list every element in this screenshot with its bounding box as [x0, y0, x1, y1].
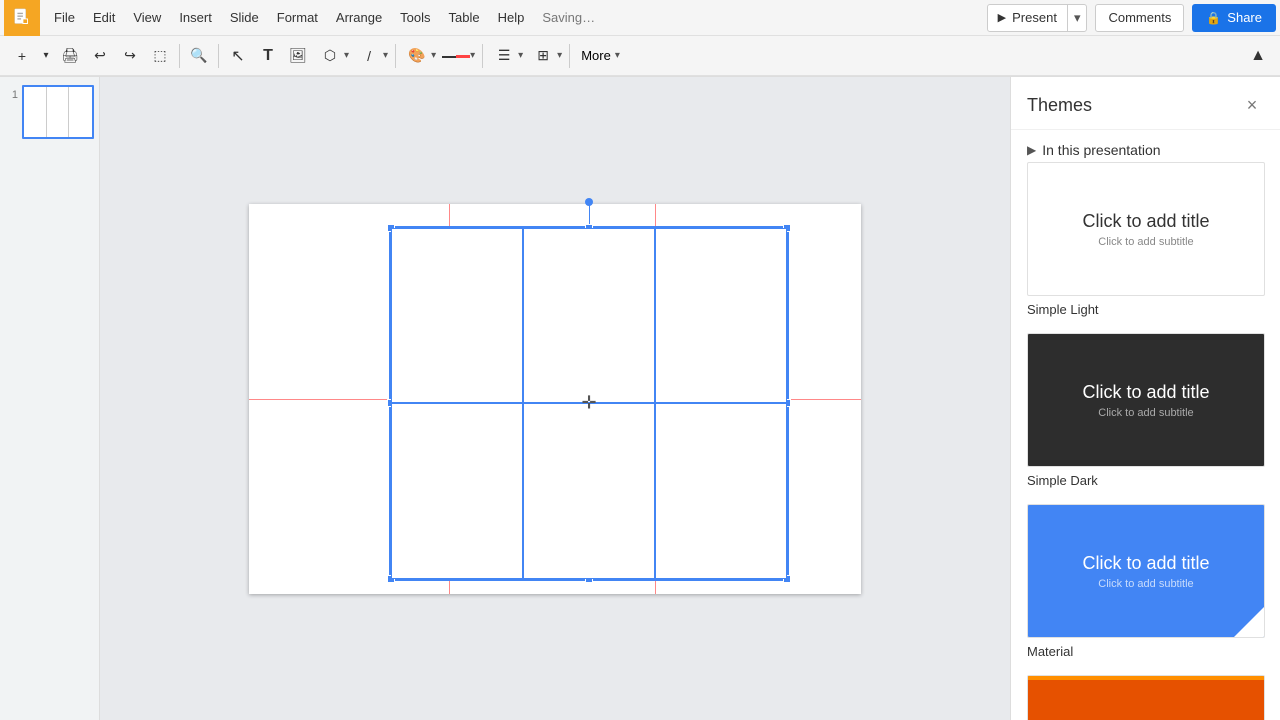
slide-number-1: 1 [4, 85, 18, 101]
menu-help[interactable]: Help [490, 6, 533, 29]
themes-title: Themes [1027, 95, 1092, 116]
menu-tools[interactable]: Tools [392, 6, 438, 29]
slide-thumb-container: 1 [4, 85, 95, 139]
slide-col-1 [24, 87, 47, 137]
toolbar-spacing-arrow: ▾ [557, 50, 562, 61]
toolbar-spacing-btn: ⊞ [529, 42, 557, 70]
toolbar-collapse[interactable]: ▲ [1244, 42, 1272, 70]
toolbar-fill-icon: 🎨 [403, 42, 431, 70]
toolbar-divider-1 [179, 44, 180, 68]
menu-arrange[interactable]: Arrange [328, 6, 390, 29]
themes-close-button[interactable]: × [1240, 93, 1264, 117]
theme-simple-light-title: Click to add title [1082, 211, 1209, 232]
theme-material-sub: Click to add subtitle [1098, 578, 1193, 590]
toolbar-new-dropdown[interactable]: ▾ [38, 42, 54, 70]
toolbar-undo[interactable]: ↩ [86, 42, 114, 70]
toolbar-divider-4 [482, 44, 483, 68]
theme-material-title: Click to add title [1082, 553, 1209, 574]
theme-item-simple-light: Click to add title Click to add subtitle… [1027, 162, 1264, 317]
theme-thumbnail-simple-light[interactable]: Click to add title Click to add subtitle [1027, 162, 1265, 296]
toolbar-align-arrow: ▾ [518, 50, 523, 61]
share-button[interactable]: 🔒 Share [1192, 4, 1276, 32]
toolbar-cursor[interactable]: ↖ [224, 42, 252, 70]
theme-item-material: Click to add title Click to add subtitle… [1027, 504, 1264, 659]
slide-canvas[interactable]: ✛ [249, 204, 861, 594]
toolbar-zoom[interactable]: 🔍 [185, 42, 213, 70]
saving-indicator: Saving… [542, 10, 595, 25]
comments-button[interactable]: Comments [1095, 4, 1184, 32]
toolbar-more[interactable]: More ▾ [575, 42, 622, 70]
menu-edit[interactable]: Edit [85, 6, 123, 29]
toolbar-spacing[interactable]: ⊞ ▾ [527, 42, 564, 70]
in-presentation-section[interactable]: ▶ In this presentation [1027, 138, 1264, 162]
theme-thumbnail-material[interactable]: Click to add title Click to add subtitle [1027, 504, 1265, 638]
toolbar-shapes-arrow: ▾ [344, 50, 349, 61]
rotation-handle[interactable] [585, 198, 593, 206]
move-cursor-icon: ✛ [581, 393, 596, 414]
slide-thumbnail-1[interactable] [22, 85, 94, 139]
canvas-area[interactable]: ✛ [100, 77, 1010, 720]
theme-name-material: Material [1027, 644, 1264, 659]
toolbar-divider-3 [395, 44, 396, 68]
theme-thumbnail-orange[interactable]: Click to add title Click to add subtitle [1027, 675, 1265, 720]
theme-thumbnail-simple-dark[interactable]: Click to add title Click to add subtitle [1027, 333, 1265, 467]
toolbar-fill-color[interactable]: 🎨 ▾ [401, 42, 438, 70]
toolbar-print[interactable]: 🖨 [56, 42, 84, 70]
toolbar-divider-5 [569, 44, 570, 68]
present-button[interactable]: ▶ Present ▾ [987, 4, 1088, 32]
toolbar-align[interactable]: ☰ ▾ [488, 42, 525, 70]
table-cell-3[interactable] [655, 228, 787, 404]
app-logo [4, 0, 40, 36]
toolbar-redo[interactable]: ↪ [116, 42, 144, 70]
present-dropdown-arrow[interactable]: ▾ [1067, 5, 1087, 31]
toolbar-format-paint[interactable]: ⬚ [146, 42, 174, 70]
in-presentation-label: In this presentation [1042, 142, 1160, 158]
theme-item-simple-dark: Click to add title Click to add subtitle… [1027, 333, 1264, 488]
table-cell-6[interactable] [655, 403, 787, 579]
menu-table[interactable]: Table [441, 6, 488, 29]
toolbar-more-arrow: ▾ [615, 50, 620, 61]
menu-insert[interactable]: Insert [171, 6, 220, 29]
menu-view[interactable]: View [125, 6, 169, 29]
theme-simple-dark-title: Click to add title [1082, 382, 1209, 403]
toolbar-shapes-btn: ⬡ [316, 42, 344, 70]
toolbar-lines[interactable]: / ▾ [353, 42, 390, 70]
themes-content: ▶ In this presentation Click to add titl… [1011, 130, 1280, 720]
toolbar-text[interactable]: T [254, 42, 282, 70]
theme-name-simple-dark: Simple Dark [1027, 473, 1264, 488]
slide-col-2 [47, 87, 70, 137]
toolbar-fill-arrow: ▾ [431, 50, 436, 61]
toolbar-line-icon [442, 42, 470, 70]
toolbar-shapes[interactable]: ⬡ ▾ [314, 42, 351, 70]
themes-panel: Themes × ▶ In this presentation Click to… [1010, 77, 1280, 720]
toolbar-more-label: More [577, 48, 615, 63]
table-cell-1[interactable] [391, 228, 523, 404]
table-cell-2[interactable] [523, 228, 655, 404]
in-presentation-arrow: ▶ [1027, 143, 1036, 157]
selected-table[interactable]: ✛ [389, 226, 789, 581]
toolbar-image[interactable]: 🖼 [284, 42, 312, 70]
themes-header: Themes × [1011, 77, 1280, 130]
theme-material-corner [1234, 607, 1264, 637]
toolbar-line-color-arrow: ▾ [470, 50, 475, 61]
menu-slide[interactable]: Slide [222, 6, 267, 29]
toolbar-lines-btn: / [355, 42, 383, 70]
toolbar-line-color[interactable]: ▾ [440, 42, 477, 70]
toolbar-lines-arrow: ▾ [383, 50, 388, 61]
table-cell-4[interactable] [391, 403, 523, 579]
menu-file[interactable]: File [46, 6, 83, 29]
slide-panel: 1 [0, 77, 100, 720]
theme-orange-top-line [1028, 676, 1264, 680]
theme-item-orange: Click to add title Click to add subtitle… [1027, 675, 1264, 720]
table-cell-5[interactable] [523, 403, 655, 579]
theme-name-simple-light: Simple Light [1027, 302, 1264, 317]
toolbar-new[interactable]: + [8, 42, 36, 70]
toolbar-align-btn: ☰ [490, 42, 518, 70]
theme-simple-light-sub: Click to add subtitle [1098, 236, 1193, 248]
theme-simple-dark-sub: Click to add subtitle [1098, 407, 1193, 419]
menu-format[interactable]: Format [269, 6, 326, 29]
slide-col-3 [69, 87, 92, 137]
toolbar-divider-2 [218, 44, 219, 68]
